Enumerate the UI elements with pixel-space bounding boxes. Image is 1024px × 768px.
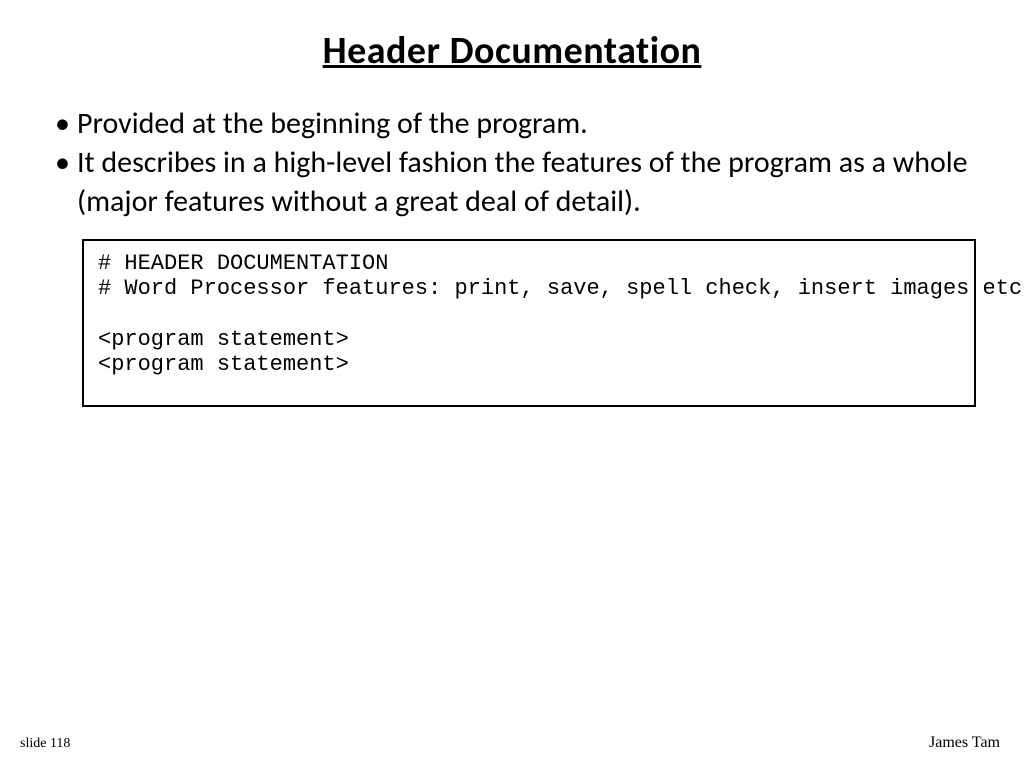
bullet-text: Provided at the beginning of the program… [77, 104, 588, 143]
code-example-box: # HEADER DOCUMENTATION # Word Processor … [82, 239, 976, 407]
bullet-dot-icon: • [55, 143, 73, 221]
bullet-item: • It describes in a high-level fashion t… [55, 143, 984, 221]
author-name: James Tam [929, 734, 1000, 752]
slide: Header Documentation • Provided at the b… [0, 0, 1024, 768]
bullet-text: It describes in a high-level fashion the… [77, 143, 984, 221]
bullet-list: • Provided at the beginning of the progr… [0, 74, 1024, 221]
bullet-dot-icon: • [55, 104, 73, 143]
slide-number: slide 118 [20, 736, 70, 752]
slide-title: Header Documentation [0, 0, 1024, 74]
bullet-item: • Provided at the beginning of the progr… [55, 104, 984, 143]
